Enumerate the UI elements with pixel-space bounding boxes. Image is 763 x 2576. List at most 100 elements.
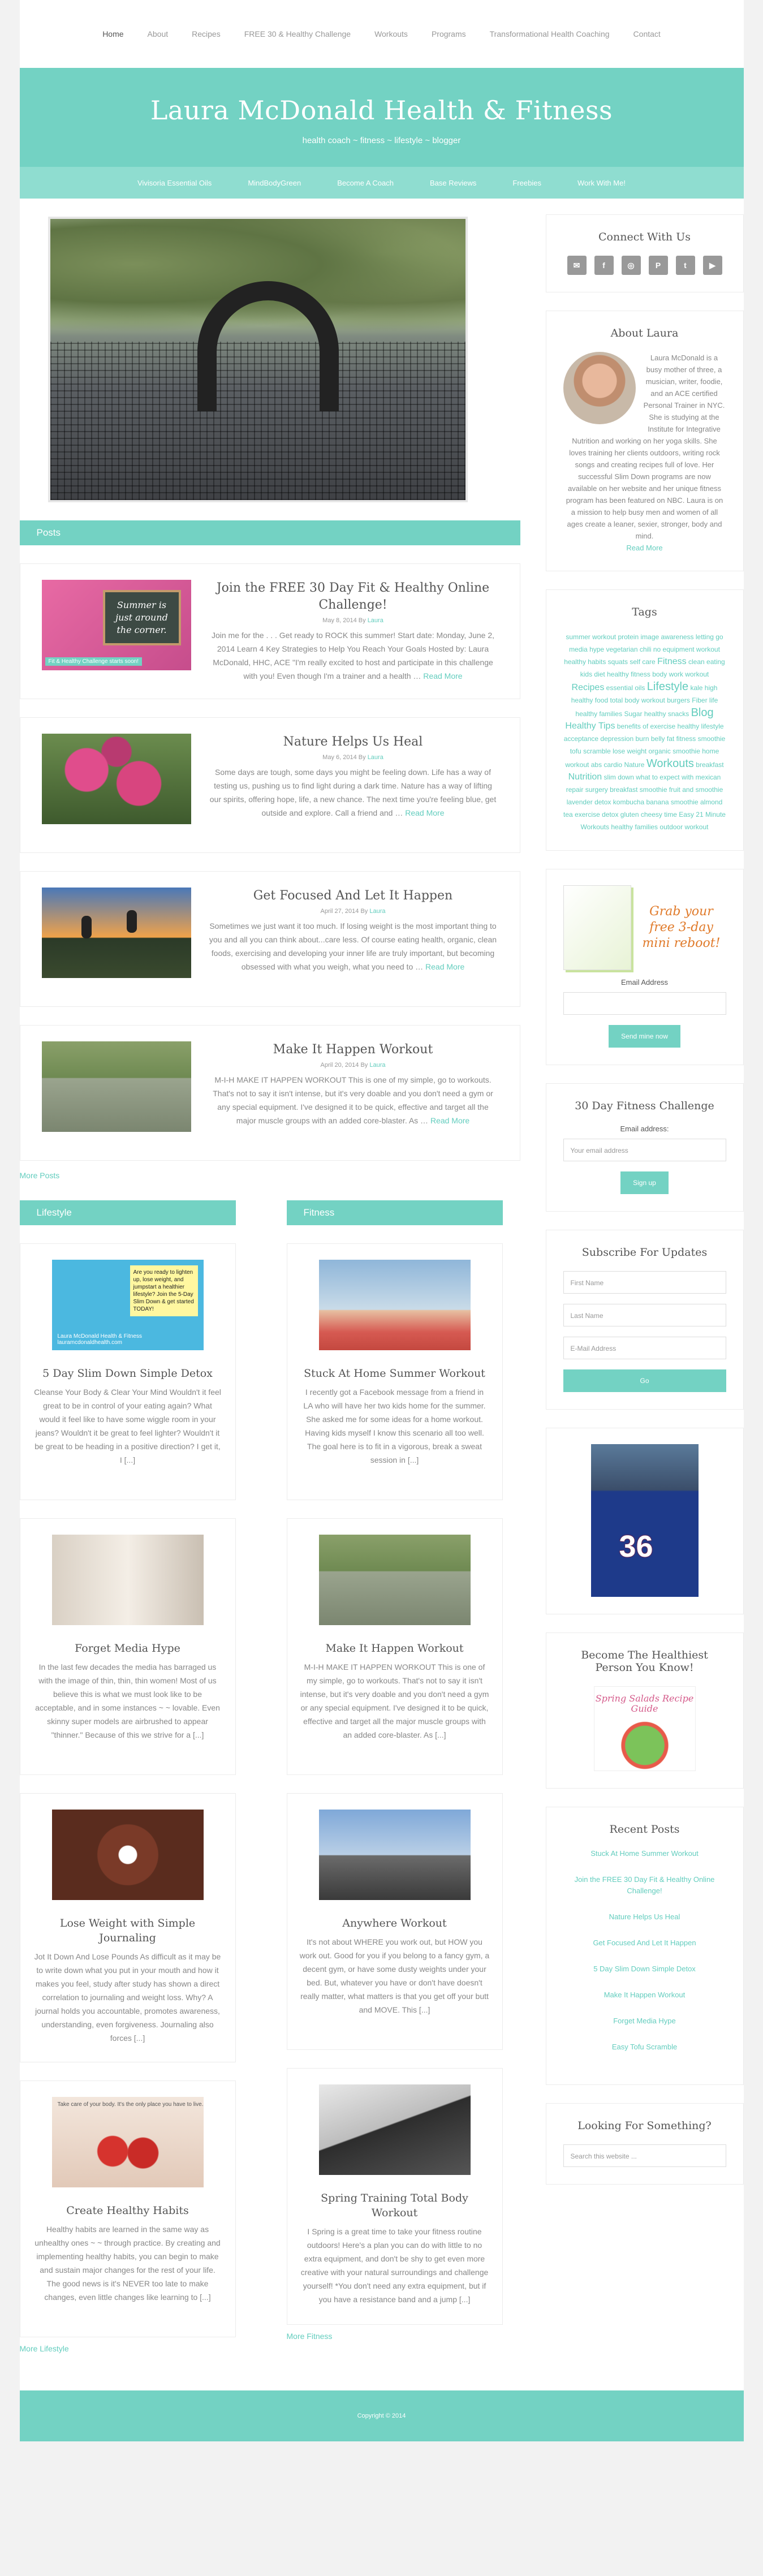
- tag-link[interactable]: healthy families: [575, 710, 622, 718]
- card-image[interactable]: [318, 1260, 471, 1350]
- twitter-icon[interactable]: t: [675, 256, 695, 275]
- recent-post-link[interactable]: 5 Day Slim Down Simple Detox: [563, 1963, 726, 1975]
- read-more-link[interactable]: Read More: [425, 962, 464, 971]
- card-title[interactable]: Create Healthy Habits: [33, 2203, 223, 2218]
- tag-link[interactable]: image: [640, 633, 659, 641]
- more-lifestyle-link[interactable]: More Lifestyle: [20, 2344, 236, 2353]
- tag-link[interactable]: what to expect: [636, 773, 679, 781]
- email-icon[interactable]: ✉: [567, 256, 587, 275]
- challenge-email-input[interactable]: Your email address: [563, 1139, 726, 1161]
- tag-link[interactable]: acceptance: [564, 735, 598, 743]
- sign-up-button[interactable]: Sign up: [620, 1171, 669, 1194]
- post-thumbnail[interactable]: Summer is just around the corner. Fit & …: [41, 580, 191, 670]
- tag-link[interactable]: fruit: [669, 786, 680, 794]
- card-image[interactable]: [318, 2084, 471, 2175]
- tag-link[interactable]: abs: [591, 761, 602, 769]
- tag-link[interactable]: diet: [594, 670, 605, 678]
- post-author[interactable]: Laura: [368, 617, 383, 624]
- tag-link[interactable]: scramble: [583, 747, 611, 755]
- tag-link[interactable]: Fiber: [692, 696, 707, 704]
- tag-link[interactable]: clean eating: [688, 658, 725, 666]
- tag-link[interactable]: kids: [580, 670, 592, 678]
- search-input[interactable]: Search this website ...: [563, 2144, 726, 2167]
- card-title[interactable]: Make It Happen Workout: [300, 1641, 490, 1656]
- about-read-more[interactable]: Read More: [626, 544, 662, 552]
- tag-link[interactable]: burgers: [667, 696, 690, 704]
- tag-link[interactable]: almond: [700, 798, 722, 806]
- tag-link[interactable]: exercise: [575, 811, 600, 819]
- nav-home[interactable]: Home: [102, 29, 123, 38]
- site-title[interactable]: Laura McDonald Health & Fitness: [20, 95, 744, 126]
- read-more-link[interactable]: Read More: [430, 1116, 469, 1125]
- read-more-link[interactable]: Read More: [423, 671, 462, 680]
- card-title[interactable]: Lose Weight with Simple Journaling: [33, 1916, 223, 1945]
- recent-post-link[interactable]: Stuck At Home Summer Workout: [563, 1848, 726, 1859]
- post-thumbnail[interactable]: [41, 1041, 191, 1132]
- tag-link[interactable]: total body workout: [610, 696, 665, 704]
- subnav-become-coach[interactable]: Become A Coach: [337, 179, 394, 187]
- tag-link[interactable]: gluten: [620, 811, 639, 819]
- post-title[interactable]: Nature Helps Us Heal: [208, 734, 498, 751]
- tag-link[interactable]: cheesy: [641, 811, 662, 819]
- card-image[interactable]: [51, 1810, 204, 1900]
- tag-link[interactable]: smoothie: [671, 798, 699, 806]
- tag-link[interactable]: no equipment workout: [653, 645, 720, 653]
- first-name-input[interactable]: First Name: [563, 1271, 726, 1294]
- tag-link[interactable]: detox: [602, 811, 618, 819]
- card-title[interactable]: 5 Day Slim Down Simple Detox: [33, 1366, 223, 1381]
- tag-link[interactable]: media hype: [569, 645, 604, 653]
- tag-link[interactable]: tofu: [570, 747, 581, 755]
- read-more-link[interactable]: Read More: [405, 808, 444, 817]
- tag-link[interactable]: and: [682, 786, 693, 794]
- card-image[interactable]: [318, 1535, 471, 1625]
- tag-link[interactable]: surgery: [585, 786, 608, 794]
- last-name-input[interactable]: Last Name: [563, 1304, 726, 1326]
- recent-post-link[interactable]: Join the FREE 30 Day Fit & Healthy Onlin…: [563, 1874, 726, 1897]
- card-image[interactable]: [51, 1535, 204, 1625]
- post-thumbnail[interactable]: [41, 734, 191, 824]
- tag-link[interactable]: tea: [563, 811, 573, 819]
- tag-link[interactable]: essential oils: [606, 684, 645, 692]
- recipe-guide-image[interactable]: Spring Salads Recipe Guide: [593, 1686, 696, 1771]
- post-author[interactable]: Laura: [369, 908, 385, 915]
- tag-link[interactable]: healthy food: [571, 696, 608, 704]
- tag-link[interactable]: outdoor workout: [659, 823, 708, 831]
- nav-workouts[interactable]: Workouts: [374, 29, 408, 38]
- tag-link[interactable]: families: [635, 823, 658, 831]
- tag-link[interactable]: self care: [630, 658, 655, 666]
- more-fitness-link[interactable]: More Fitness: [287, 2332, 503, 2341]
- tag-link[interactable]: breakfast smoothie: [610, 786, 667, 794]
- send-mine-now-button[interactable]: Send mine now: [609, 1025, 680, 1048]
- card-image[interactable]: [318, 1810, 471, 1900]
- reboot-promo[interactable]: Grab your free 3-day mini reboot!: [563, 885, 726, 970]
- subnav-reviews[interactable]: Base Reviews: [430, 179, 476, 187]
- recent-post-link[interactable]: Forget Media Hype: [563, 2015, 726, 2027]
- tag-link[interactable]: smoothie: [698, 735, 726, 743]
- tag-link[interactable]: awareness: [661, 633, 694, 641]
- youtube-icon[interactable]: ▶: [702, 256, 722, 275]
- tag-link[interactable]: time: [664, 811, 677, 819]
- nav-programs[interactable]: Programs: [432, 29, 466, 38]
- subnav-work-with-me[interactable]: Work With Me!: [577, 179, 626, 187]
- post-title[interactable]: Join the FREE 30 Day Fit & Healthy Onlin…: [208, 580, 498, 614]
- post-author[interactable]: Laura: [368, 754, 383, 761]
- recent-post-link[interactable]: Easy Tofu Scramble: [563, 2041, 726, 2053]
- tag-link[interactable]: kombucha: [613, 798, 644, 806]
- tag-link[interactable]: burn: [635, 735, 649, 743]
- card-title[interactable]: Stuck At Home Summer Workout: [300, 1366, 490, 1381]
- reboot-email-input[interactable]: [563, 992, 726, 1015]
- tag-link[interactable]: Easy: [679, 811, 694, 819]
- tag-link[interactable]: healthy: [607, 670, 629, 678]
- tag-link[interactable]: belly fat: [651, 735, 674, 743]
- facebook-icon[interactable]: f: [594, 256, 614, 275]
- subnav-freebies[interactable]: Freebies: [512, 179, 541, 187]
- subnav-mindbodygreen[interactable]: MindBodyGreen: [248, 179, 301, 187]
- recent-post-link[interactable]: Make It Happen Workout: [563, 1989, 726, 2001]
- tag-link[interactable]: smoothie: [696, 786, 723, 794]
- subnav-oils[interactable]: Vivisoria Essential Oils: [137, 179, 212, 187]
- tag-link[interactable]: healthy snacks: [644, 710, 689, 718]
- tag-link[interactable]: Healthy Tips: [565, 721, 615, 731]
- tag-link[interactable]: lose weight: [613, 747, 646, 755]
- tag-link[interactable]: Nature: [624, 761, 644, 769]
- tag-link[interactable]: Fitness: [657, 657, 687, 666]
